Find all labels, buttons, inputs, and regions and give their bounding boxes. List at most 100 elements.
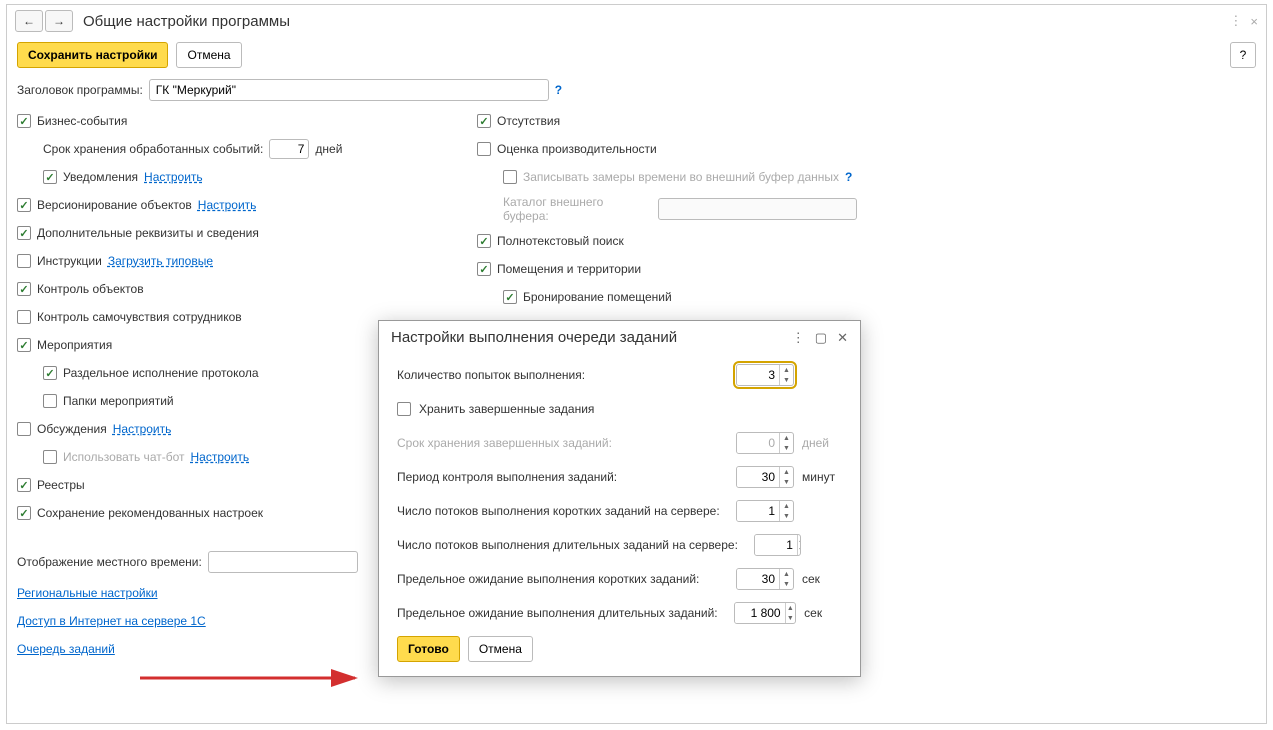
attempts-spin[interactable]: ▲▼	[736, 364, 794, 386]
separate-exec-checkbox[interactable]	[43, 366, 57, 380]
storage-unit-label: дней	[315, 142, 342, 156]
fulltext-checkbox[interactable]	[477, 234, 491, 248]
discussions-checkbox[interactable]	[17, 422, 31, 436]
days-unit: дней	[802, 436, 842, 450]
store-completed-label: Хранить завершенные задания	[419, 402, 594, 416]
attempts-input[interactable]	[737, 365, 779, 385]
short-threads-label: Число потоков выполнения коротких задани…	[397, 504, 720, 518]
help-icon[interactable]: ?	[555, 83, 562, 97]
sec-unit-2: сек	[804, 606, 842, 620]
object-control-label: Контроль объектов	[37, 282, 144, 296]
external-buffer-input[interactable]	[658, 198, 857, 220]
done-button[interactable]: Готово	[397, 636, 460, 662]
control-period-input[interactable]	[737, 467, 779, 487]
short-wait-spin[interactable]: ▲▼	[736, 568, 794, 590]
queue-settings-dialog: Настройки выполнения очереди заданий ⋮ ▢…	[378, 320, 861, 677]
dialog-close-icon[interactable]: ✕	[837, 330, 848, 346]
help-button[interactable]: ?	[1230, 42, 1256, 68]
local-time-input[interactable]	[208, 551, 358, 573]
external-buffer-label: Каталог внешнего буфера:	[503, 195, 652, 223]
long-wait-spin[interactable]: ▲▼	[734, 602, 797, 624]
external-help-icon[interactable]: ?	[845, 170, 852, 184]
save-recommended-checkbox[interactable]	[17, 506, 31, 520]
dialog-cancel-button[interactable]: Отмена	[468, 636, 533, 662]
separate-exec-label: Раздельное исполнение протокола	[63, 366, 259, 380]
load-default-link[interactable]: Загрузить типовые	[108, 254, 213, 268]
notifications-checkbox[interactable]	[43, 170, 57, 184]
internet-access-link[interactable]: Доступ в Интернет на сервере 1С	[17, 614, 206, 628]
business-events-label: Бизнес-события	[37, 114, 127, 128]
discussions-configure-link[interactable]: Настроить	[113, 422, 172, 436]
left-column: Бизнес-события Срок хранения обработанны…	[17, 111, 397, 667]
completed-storage-input[interactable]	[737, 433, 779, 453]
short-wait-input[interactable]	[737, 569, 779, 589]
storage-term-label: Срок хранения обработанных событий:	[43, 142, 263, 156]
booking-label: Бронирование помещений	[523, 290, 672, 304]
extra-attrs-label: Дополнительные реквизиты и сведения	[37, 226, 259, 240]
perf-eval-label: Оценка производительности	[497, 142, 657, 156]
cancel-button[interactable]: Отмена	[176, 42, 241, 68]
short-threads-spin[interactable]: ▲▼	[736, 500, 794, 522]
long-threads-spin[interactable]: ▲▼	[754, 534, 802, 556]
instructions-checkbox[interactable]	[17, 254, 31, 268]
chatbot-checkbox[interactable]	[43, 450, 57, 464]
versioning-configure-link[interactable]: Настроить	[198, 198, 257, 212]
completed-storage-spin[interactable]: ▲▼	[736, 432, 794, 454]
control-period-spin[interactable]: ▲▼	[736, 466, 794, 488]
store-completed-checkbox[interactable]	[397, 402, 411, 416]
object-control-checkbox[interactable]	[17, 282, 31, 296]
back-button[interactable]: ←	[15, 10, 43, 32]
rooms-checkbox[interactable]	[477, 262, 491, 276]
job-queue-link[interactable]: Очередь заданий	[17, 642, 115, 656]
registries-checkbox[interactable]	[17, 478, 31, 492]
perf-eval-checkbox[interactable]	[477, 142, 491, 156]
spin-up-icon[interactable]: ▲	[780, 365, 793, 375]
chatbot-label: Использовать чат-бот	[63, 450, 185, 464]
versioning-label: Версионирование объектов	[37, 198, 192, 212]
save-recommended-label: Сохранение рекомендованных настроек	[37, 506, 263, 520]
booking-checkbox[interactable]	[503, 290, 517, 304]
event-folders-checkbox[interactable]	[43, 394, 57, 408]
program-title-input[interactable]	[149, 79, 549, 101]
long-wait-input[interactable]	[735, 603, 785, 623]
save-button[interactable]: Сохранить настройки	[17, 42, 168, 68]
wellbeing-checkbox[interactable]	[17, 310, 31, 324]
write-external-checkbox[interactable]	[503, 170, 517, 184]
close-icon[interactable]: ×	[1250, 14, 1258, 29]
minutes-unit: минут	[802, 470, 842, 484]
events-label: Мероприятия	[37, 338, 112, 352]
control-period-label: Период контроля выполнения заданий:	[397, 470, 617, 484]
wellbeing-label: Контроль самочувствия сотрудников	[37, 310, 242, 324]
local-time-label: Отображение местного времени:	[17, 555, 202, 569]
absences-checkbox[interactable]	[477, 114, 491, 128]
events-checkbox[interactable]	[17, 338, 31, 352]
versioning-checkbox[interactable]	[17, 198, 31, 212]
discussions-label: Обсуждения	[37, 422, 107, 436]
write-external-label: Записывать замеры времени во внешний буф…	[523, 170, 839, 184]
window-title: Общие настройки программы	[83, 13, 1229, 30]
program-title-label: Заголовок программы:	[17, 83, 143, 97]
more-icon[interactable]: ⋮	[1229, 13, 1242, 29]
regional-settings-link[interactable]: Региональные настройки	[17, 586, 158, 600]
notifications-label: Уведомления	[63, 170, 138, 184]
completed-storage-label: Срок хранения завершенных заданий:	[397, 436, 612, 450]
event-folders-label: Папки мероприятий	[63, 394, 174, 408]
chatbot-configure-link[interactable]: Настроить	[191, 450, 250, 464]
notifications-configure-link[interactable]: Настроить	[144, 170, 203, 184]
fulltext-label: Полнотекстовый поиск	[497, 234, 624, 248]
attempts-label: Количество попыток выполнения:	[397, 368, 585, 382]
dialog-more-icon[interactable]: ⋮	[792, 330, 805, 346]
instructions-label: Инструкции	[37, 254, 102, 268]
absences-label: Отсутствия	[497, 114, 560, 128]
business-events-checkbox[interactable]	[17, 114, 31, 128]
storage-term-input[interactable]	[269, 139, 309, 159]
dialog-title: Настройки выполнения очереди заданий	[391, 329, 792, 346]
long-threads-input[interactable]	[755, 535, 797, 555]
long-threads-label: Число потоков выполнения длительных зада…	[397, 538, 738, 552]
forward-button[interactable]: →	[45, 10, 73, 32]
dialog-maximize-icon[interactable]: ▢	[815, 330, 827, 346]
spin-down-icon[interactable]: ▼	[780, 375, 793, 385]
extra-attrs-checkbox[interactable]	[17, 226, 31, 240]
short-threads-input[interactable]	[737, 501, 779, 521]
registries-label: Реестры	[37, 478, 85, 492]
